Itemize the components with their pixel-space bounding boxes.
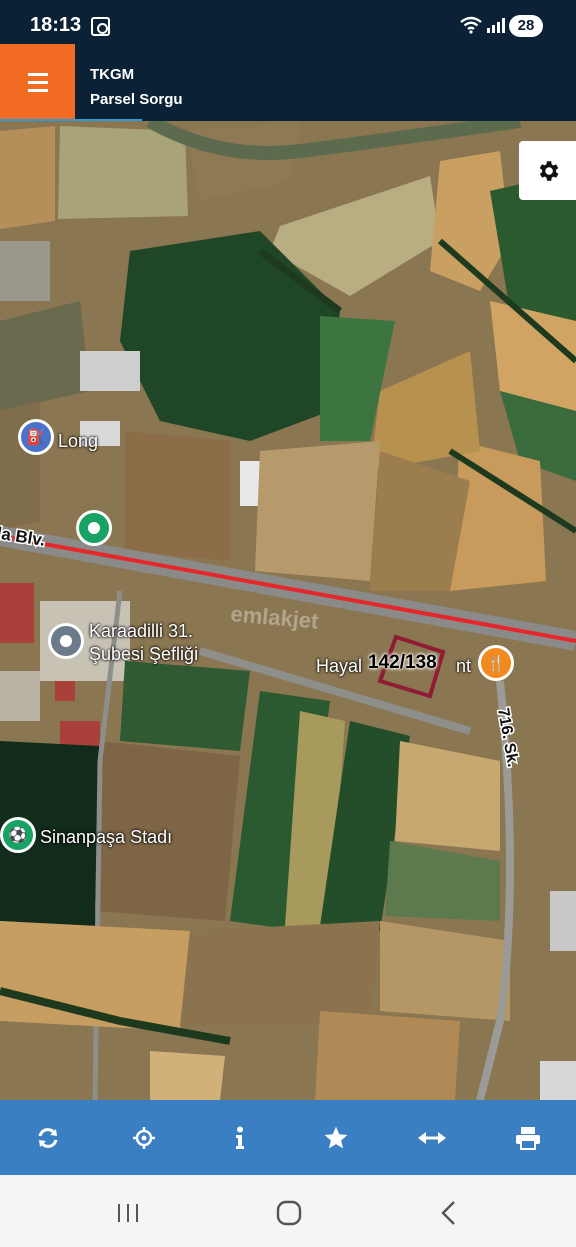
stadium-icon[interactable]: ⚽ [0,817,36,853]
parcel-label[interactable]: 142/138 [368,652,437,674]
battery-indicator: 28 [509,15,543,37]
system-nav-bar [0,1175,576,1247]
locate-button[interactable] [114,1108,174,1168]
app-header: TKGM Parsel Sorgu [0,44,576,121]
locate-icon [133,1126,155,1149]
back-icon[interactable] [440,1200,456,1226]
wifi-icon [460,16,482,34]
print-icon [516,1126,540,1150]
print-button[interactable] [498,1108,558,1168]
measure-icon [418,1131,446,1144]
poi-label-karaadilli-line2[interactable]: Şubesi Şefliği [89,644,198,665]
screen-record-icon [91,17,110,36]
poi-label-hayal-suffix[interactable]: nt [456,656,471,677]
recent-apps-icon[interactable] [116,1202,140,1224]
app-title: TKGM [90,66,135,83]
info-icon [236,1126,244,1149]
gear-icon [539,160,558,181]
hamburger-icon [27,73,48,76]
location-pin-icon[interactable] [48,623,84,659]
star-icon [324,1126,348,1148]
signal-icon [487,17,505,33]
fuel-pump-icon[interactable]: ⛽ [18,419,54,455]
refresh-icon [38,1127,58,1148]
poi-label-stadium[interactable]: Sinanpaşa Stadı [40,827,172,848]
restaurant-icon[interactable]: 🍴 [478,645,514,681]
status-bar: 18:13 28 [0,0,576,44]
refresh-button[interactable] [18,1108,78,1168]
measure-button[interactable] [402,1108,462,1168]
status-time: 18:13 [30,14,82,36]
poi-label-hayal[interactable]: Hayal [316,656,362,677]
home-icon[interactable] [276,1200,302,1226]
settings-button[interactable] [519,141,576,200]
bottom-toolbar [0,1100,576,1175]
poi-label-karaadilli[interactable]: Karaadilli 31. [89,621,193,642]
menu-button[interactable] [0,44,75,121]
satellite-map[interactable]: la Blv. 716. Sk. emlakjet ⛽ Long Karaadi… [0,121,576,1100]
favorite-button[interactable] [306,1108,366,1168]
location-pin-icon[interactable] [76,510,112,546]
app-subtitle: Parsel Sorgu [90,91,183,108]
satellite-imagery: la Blv. 716. Sk. emlakjet [0,121,576,1100]
info-button[interactable] [210,1108,270,1168]
poi-label-long[interactable]: Long [58,431,98,452]
